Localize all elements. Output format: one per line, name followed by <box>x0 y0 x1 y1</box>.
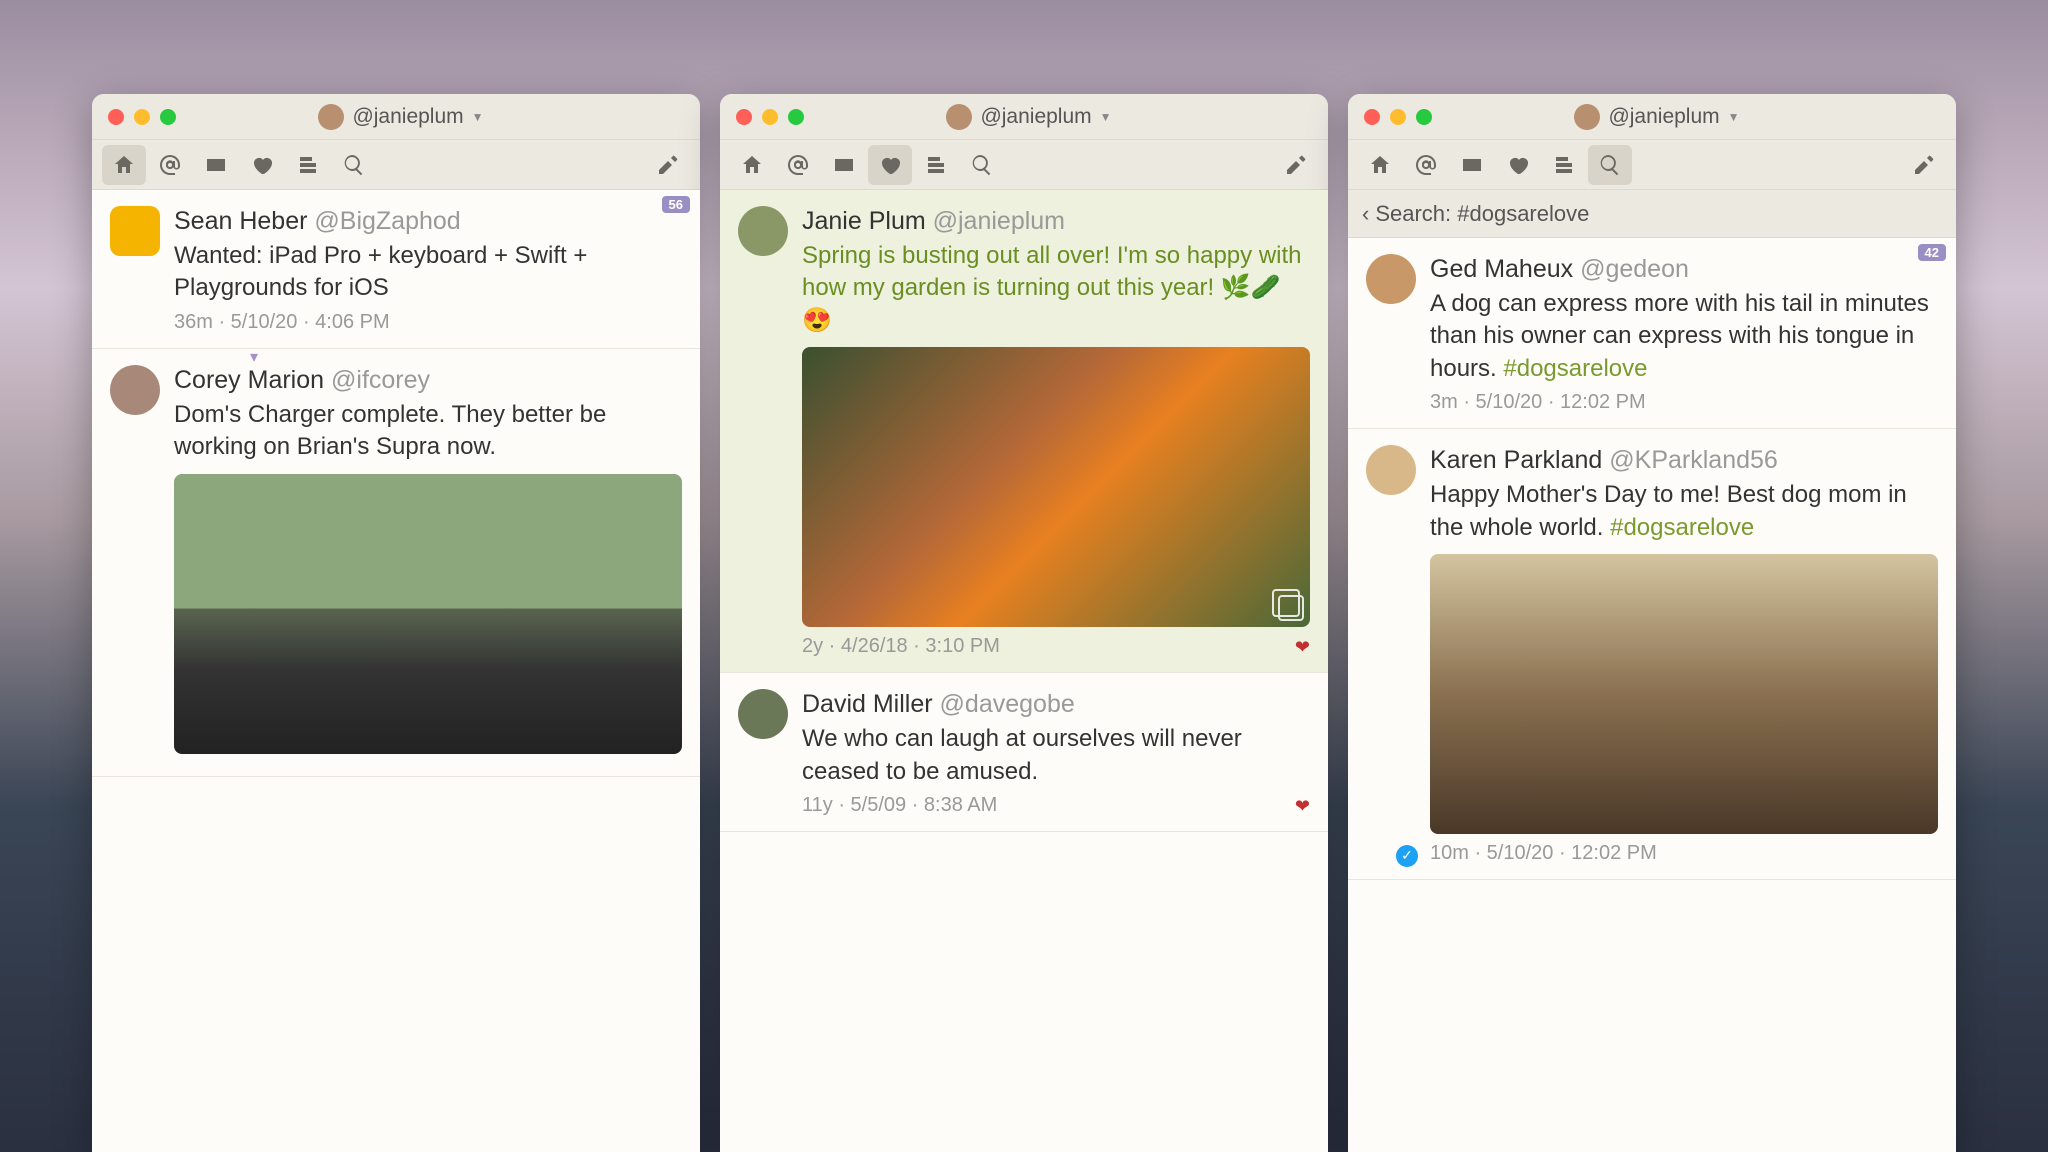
tweet[interactable]: ▾Corey Marion @ifcorey Dom's Charger comp… <box>92 349 700 777</box>
toolbar-messages-button[interactable] <box>822 145 866 185</box>
tweet-text: Happy Mother's Day to me! Best dog mom i… <box>1430 479 1938 544</box>
toolbar-home-button[interactable] <box>102 145 146 185</box>
verified-badge-icon: ✓ <box>1396 845 1418 867</box>
tweet-text: A dog can express more with his tail in … <box>1430 288 1938 385</box>
feed[interactable]: ‹Search: #dogsarelove42Ged Maheux @gedeo… <box>1348 190 1956 1152</box>
attached-image[interactable] <box>1430 554 1938 834</box>
account-avatar <box>1574 104 1600 130</box>
tweet-meta: 11y · 5/5/09 · 8:38 AM <box>802 794 1310 817</box>
zoom-window-button[interactable] <box>788 109 804 125</box>
tweet-text: We who can laugh at ourselves will never… <box>802 723 1310 788</box>
toolbar <box>1348 140 1956 190</box>
tweet-author[interactable]: Karen Parkland @KParkland56 <box>1430 445 1938 475</box>
tweet[interactable]: Sean Heber @BigZaphod Wanted: iPad Pro + … <box>92 190 700 349</box>
account-switcher[interactable]: @janieplum ▼ <box>1574 104 1739 130</box>
tweet-author[interactable]: Ged Maheux @gedeon <box>1430 254 1938 284</box>
chevron-down-icon: ▼ <box>1100 110 1112 124</box>
compose-button[interactable] <box>1274 145 1318 185</box>
toolbar <box>720 140 1328 190</box>
search-label: Search: #dogsarelove <box>1375 201 1589 227</box>
toolbar-search-button[interactable] <box>1588 145 1632 185</box>
zoom-window-button[interactable] <box>160 109 176 125</box>
attached-image[interactable] <box>802 347 1310 627</box>
window-titlebar[interactable]: @janieplum ▼ <box>1348 94 1956 140</box>
tweet-author[interactable]: David Miller @davegobe <box>802 689 1310 719</box>
account-handle: @janieplum <box>352 105 463 129</box>
account-avatar <box>318 104 344 130</box>
compose-button[interactable] <box>646 145 690 185</box>
toolbar-mentions-button[interactable] <box>1404 145 1448 185</box>
toolbar-search-button[interactable] <box>960 145 1004 185</box>
toolbar-messages-button[interactable] <box>194 145 238 185</box>
bookmark-icon: ▾ <box>250 347 258 367</box>
toolbar-mentions-button[interactable] <box>148 145 192 185</box>
tweet-text: Dom's Charger complete. They better be w… <box>174 399 682 464</box>
feed[interactable]: 56Sean Heber @BigZaphodWanted: iPad Pro … <box>92 190 700 1152</box>
tweet-author[interactable]: Janie Plum @janieplum <box>802 206 1310 236</box>
liked-heart-icon: ❤ <box>1295 637 1310 658</box>
tweet-text: Wanted: iPad Pro + keyboard + Swift + Pl… <box>174 240 682 305</box>
account-switcher[interactable]: @janieplum ▼ <box>946 104 1111 130</box>
tweet[interactable]: David Miller @davegobe We who can laugh a… <box>720 673 1328 832</box>
compose-button[interactable] <box>1902 145 1946 185</box>
account-handle: @janieplum <box>980 105 1091 129</box>
close-window-button[interactable] <box>108 109 124 125</box>
toolbar-lists-button[interactable] <box>914 145 958 185</box>
minimize-window-button[interactable] <box>762 109 778 125</box>
account-handle: @janieplum <box>1608 105 1719 129</box>
tweet-meta: 3m · 5/10/20 · 12:02 PM <box>1430 391 1938 414</box>
tweet[interactable]: Janie Plum @janieplum Spring is busting o… <box>720 190 1328 673</box>
toolbar-mentions-button[interactable] <box>776 145 820 185</box>
attached-image[interactable] <box>174 474 682 754</box>
toolbar-likes-button[interactable] <box>868 145 912 185</box>
toolbar-home-button[interactable] <box>730 145 774 185</box>
tweet-meta: 10m · 5/10/20 · 12:02 PM <box>1430 842 1938 865</box>
app-window: @janieplum ▼ 56Sean Heber @BigZaphodWanted… <box>92 94 700 1152</box>
avatar[interactable] <box>110 206 160 256</box>
toolbar-likes-button[interactable] <box>1496 145 1540 185</box>
minimize-window-button[interactable] <box>1390 109 1406 125</box>
close-window-button[interactable] <box>1364 109 1380 125</box>
close-window-button[interactable] <box>736 109 752 125</box>
avatar[interactable] <box>1366 254 1416 304</box>
toolbar-home-button[interactable] <box>1358 145 1402 185</box>
gallery-icon <box>1272 589 1300 617</box>
window-titlebar[interactable]: @janieplum ▼ <box>92 94 700 140</box>
tweet-text: Spring is busting out all over! I'm so h… <box>802 240 1310 337</box>
account-avatar <box>946 104 972 130</box>
avatar[interactable] <box>738 206 788 256</box>
toolbar-lists-button[interactable] <box>286 145 330 185</box>
app-window: @janieplum ▼ ‹Search: #dogsarelove42Ged Ma… <box>1348 94 1956 1152</box>
toolbar <box>92 140 700 190</box>
back-chevron-icon[interactable]: ‹ <box>1362 201 1369 227</box>
tweet[interactable]: Ged Maheux @gedeon A dog can express more… <box>1348 238 1956 429</box>
tweet[interactable]: ✓ Karen Parkland @KParkland56 Happy Mother… <box>1348 429 1956 880</box>
avatar[interactable] <box>1366 445 1416 495</box>
chevron-down-icon: ▼ <box>1728 110 1740 124</box>
tweet-meta: 36m · 5/10/20 · 4:06 PM <box>174 311 682 334</box>
avatar[interactable] <box>738 689 788 739</box>
toolbar-search-button[interactable] <box>332 145 376 185</box>
tweet-meta: 2y · 4/26/18 · 3:10 PM <box>802 635 1310 658</box>
tweet-author[interactable]: Corey Marion @ifcorey <box>174 365 682 395</box>
chevron-down-icon: ▼ <box>472 110 484 124</box>
liked-heart-icon: ❤ <box>1295 796 1310 817</box>
window-titlebar[interactable]: @janieplum ▼ <box>720 94 1328 140</box>
account-switcher[interactable]: @janieplum ▼ <box>318 104 483 130</box>
minimize-window-button[interactable] <box>134 109 150 125</box>
toolbar-messages-button[interactable] <box>1450 145 1494 185</box>
zoom-window-button[interactable] <box>1416 109 1432 125</box>
toolbar-lists-button[interactable] <box>1542 145 1586 185</box>
avatar[interactable] <box>110 365 160 415</box>
app-window: @janieplum ▼ Janie Plum @janieplum Spring i… <box>720 94 1328 1152</box>
toolbar-likes-button[interactable] <box>240 145 284 185</box>
search-bar[interactable]: ‹Search: #dogsarelove <box>1348 190 1956 238</box>
feed[interactable]: Janie Plum @janieplum Spring is busting o… <box>720 190 1328 1152</box>
tweet-author[interactable]: Sean Heber @BigZaphod <box>174 206 682 236</box>
